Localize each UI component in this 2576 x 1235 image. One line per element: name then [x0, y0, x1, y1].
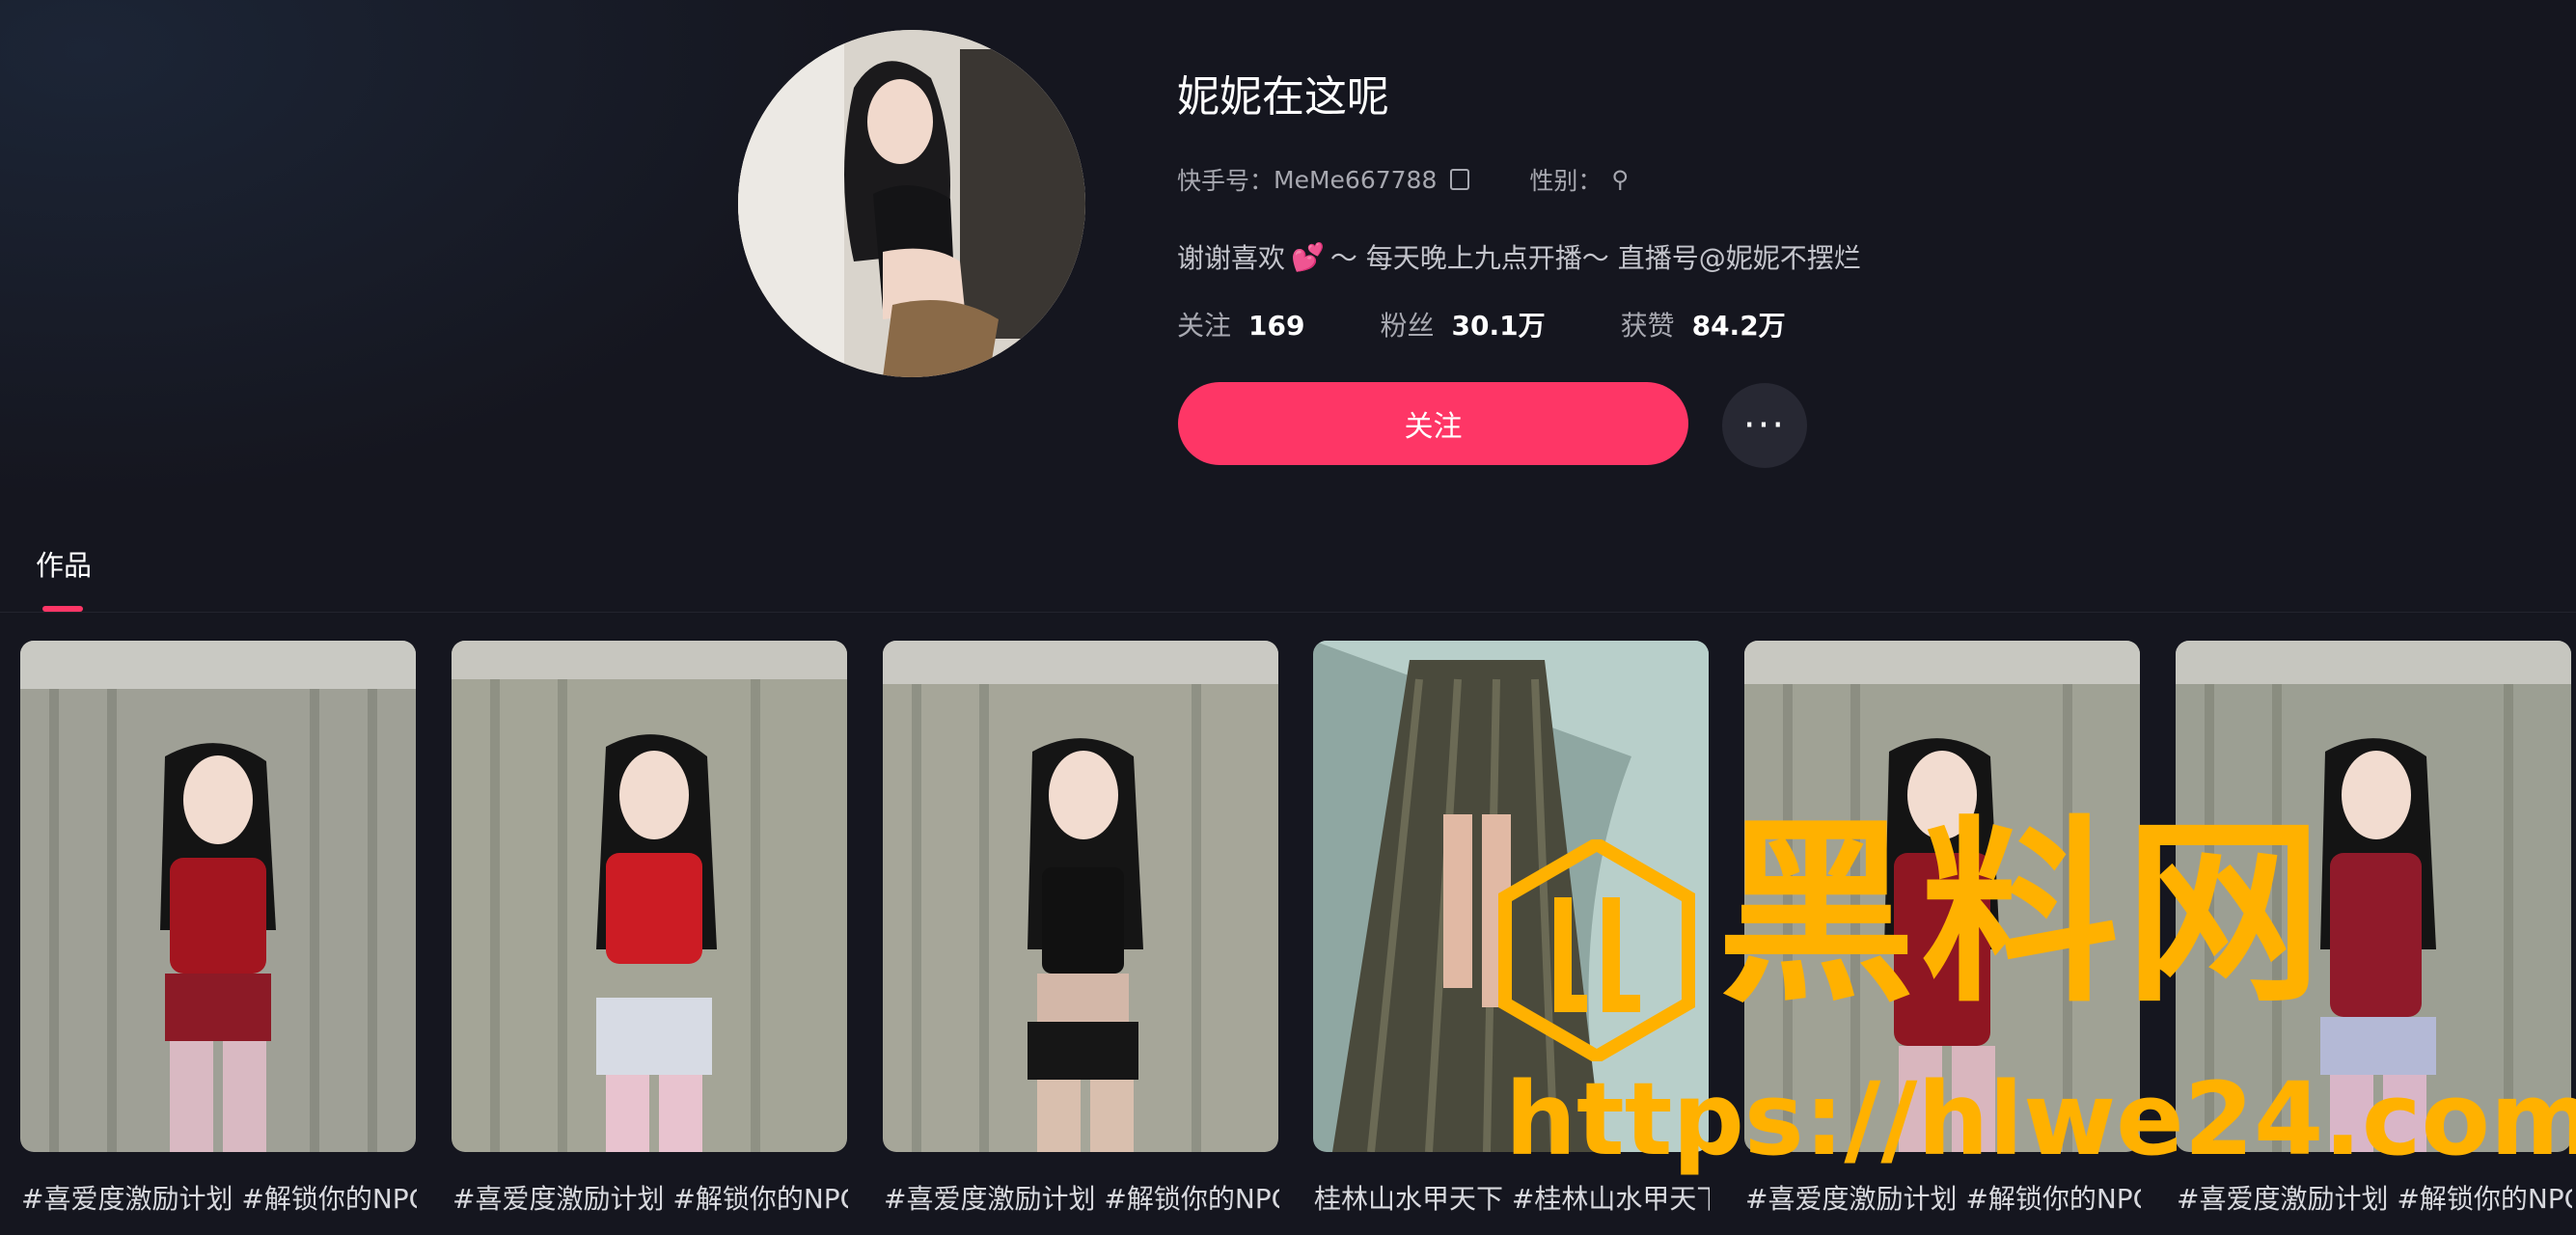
likes-label: 获赞	[1620, 310, 1675, 342]
heart-icon: 💕	[1291, 240, 1325, 273]
video-caption[interactable]: #喜爱度激励计划 #解锁你的NPC人生	[21, 1180, 417, 1219]
profile-name: 妮妮在这呢	[1177, 72, 1389, 122]
video-caption[interactable]: 桂林山水甲天下 #桂林山水甲天下	[1314, 1180, 1710, 1219]
background-glow	[0, 0, 868, 502]
profile-stats: 关注 169 粉丝 30.1万 获赞 84.2万	[1177, 305, 1786, 343]
tab-works[interactable]: 作品	[36, 543, 92, 584]
kuaishou-id: MeMe667788	[1274, 165, 1438, 194]
video-card[interactable]	[883, 641, 1278, 1152]
bio-text-start: 谢谢喜欢	[1177, 242, 1286, 274]
search-icon: ⚲	[1611, 166, 1629, 193]
video-caption[interactable]: #喜爱度激励计划 #解锁你的NPC人生	[2177, 1180, 2572, 1219]
likes-count: 84.2万	[1691, 310, 1786, 342]
followers-count[interactable]: 30.1万	[1451, 305, 1545, 343]
video-caption[interactable]: #喜爱度激励计划 #解锁你的NPC人生	[884, 1180, 1279, 1219]
watermark-url: https://hlwe24.com	[1505, 1060, 2576, 1178]
following-label[interactable]: 关注	[1177, 305, 1231, 343]
profile-meta-row: 快手号： MeMe667788 性别： ⚲	[1177, 162, 1629, 197]
gender-label: 性别：	[1529, 167, 1603, 195]
watermark-logo-icon	[1495, 836, 1698, 1065]
tab-divider	[0, 612, 2576, 613]
followers-label[interactable]: 粉丝	[1380, 305, 1434, 343]
video-caption[interactable]: #喜爱度激励计划 #解锁你的NPC人生	[1745, 1180, 2141, 1219]
avatar[interactable]	[738, 30, 1085, 377]
watermark-text: 黑料网	[1717, 800, 2328, 1029]
video-caption[interactable]: #喜爱度激励计划 #解锁你的NPC人生	[452, 1180, 848, 1219]
following-count[interactable]: 169	[1248, 310, 1304, 342]
kuaishou-id-label: 快手号：	[1177, 167, 1274, 195]
more-icon[interactable]: ···	[1722, 383, 1807, 468]
bio-text-end: ～ 每天晚上九点开播～ 直播号@妮妮不摆烂	[1329, 242, 1861, 274]
video-card[interactable]	[452, 641, 847, 1152]
video-card[interactable]	[20, 641, 416, 1152]
copy-icon[interactable]	[1450, 169, 1470, 190]
profile-bio: 谢谢喜欢 💕 ～ 每天晚上九点开播～ 直播号@妮妮不摆烂	[1177, 237, 1861, 276]
follow-button[interactable]: 关注	[1178, 382, 1688, 465]
